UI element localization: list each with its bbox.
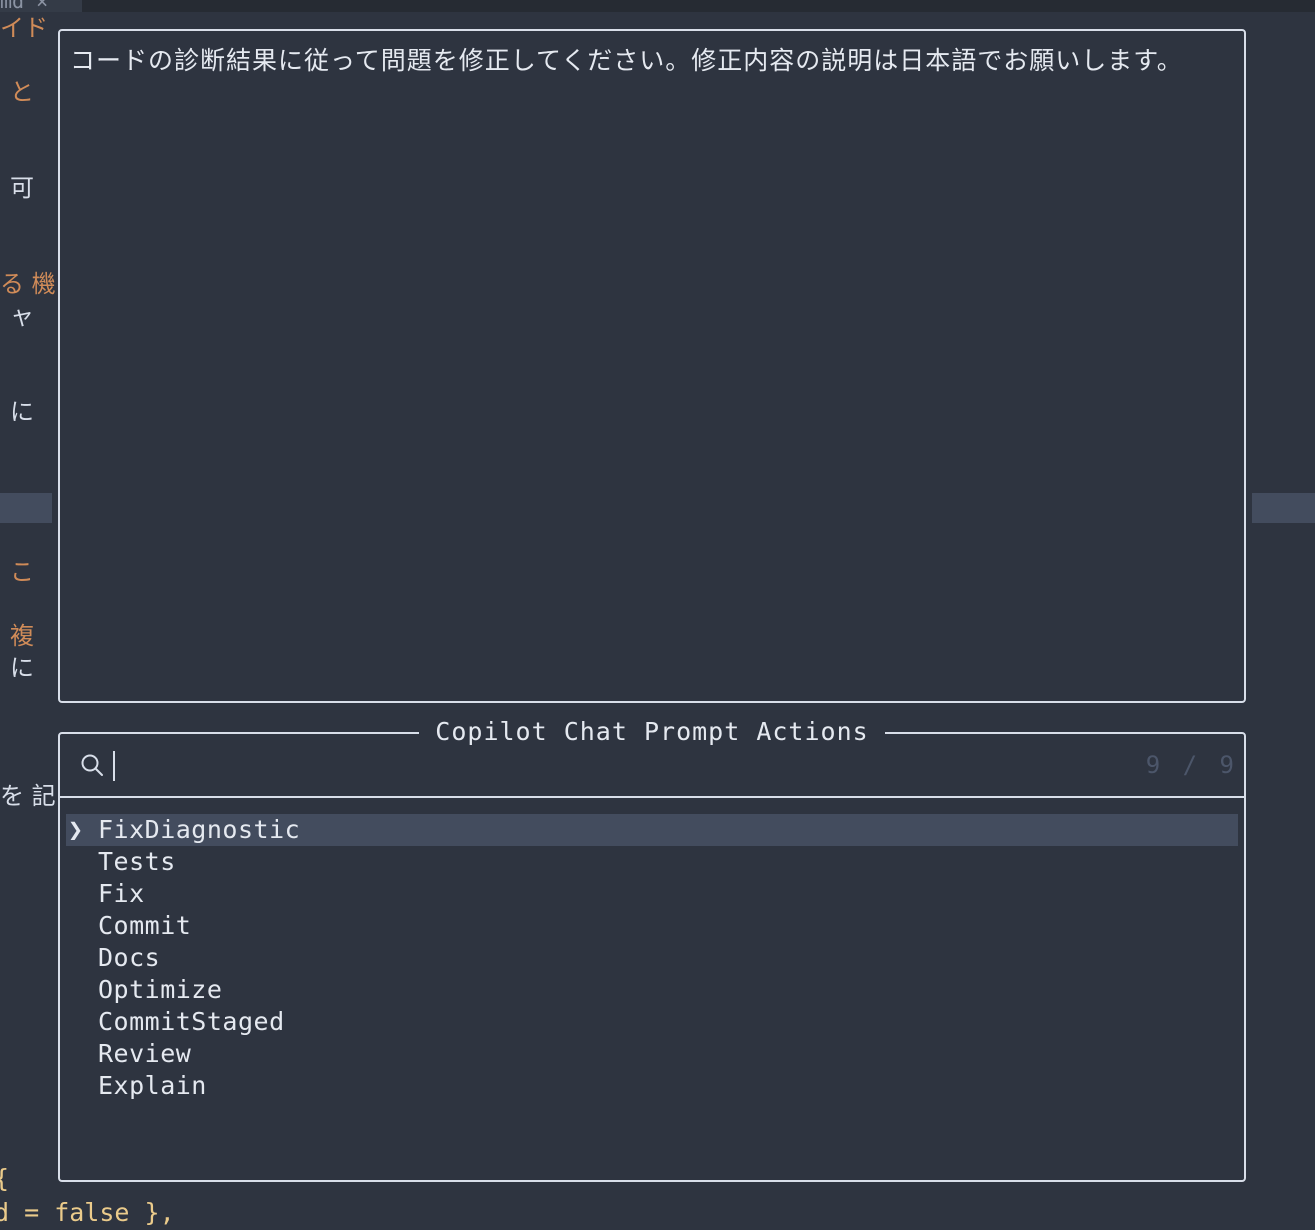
close-icon[interactable]: × (36, 0, 48, 12)
background-text: を 記 (0, 782, 56, 810)
selection-caret-icon: ❯ (68, 815, 84, 844)
list-item-label: Review (98, 1039, 192, 1068)
list-item-fix[interactable]: Fix (66, 878, 1238, 910)
tabline: md × (0, 0, 1315, 12)
list-item-label: Fix (98, 879, 145, 908)
prompt-preview-panel: コードの診断結果に従って問題を修正してください。修正内容の説明は日本語でお願いし… (58, 29, 1246, 703)
match-counter: 9 / 9 (1145, 751, 1238, 779)
background-text: 複 (10, 622, 34, 650)
background-text: る 機 (0, 270, 56, 298)
background-highlight-band (0, 493, 52, 523)
background-highlight-band (1252, 493, 1315, 523)
background-text: と (10, 78, 34, 106)
actions-list: ❯ FixDiagnostic Tests Fix Commit Docs Op… (66, 814, 1238, 1102)
list-item-optimize[interactable]: Optimize (66, 974, 1238, 1006)
background-text: イド (0, 14, 48, 42)
list-item-docs[interactable]: Docs (66, 942, 1238, 974)
list-item-commitstaged[interactable]: CommitStaged (66, 1006, 1238, 1038)
list-item-label: Commit (98, 911, 192, 940)
background-text: ャ (10, 302, 34, 330)
background-text: に (10, 398, 34, 426)
list-item-fixdiagnostic[interactable]: ❯ FixDiagnostic (66, 814, 1238, 846)
list-item-commit[interactable]: Commit (66, 910, 1238, 942)
search-input[interactable] (112, 750, 1012, 780)
list-item-label: FixDiagnostic (98, 815, 301, 844)
editor-window: md × イド と 可 る 機 ャ に こ 複 に を 記 { d = false… (0, 0, 1315, 1230)
prompt-actions-picker: Copilot Chat Prompt Actions 9 / 9 ❯ FixD… (58, 717, 1246, 1182)
search-row: 9 / 9 (60, 734, 1244, 798)
list-item-review[interactable]: Review (66, 1038, 1238, 1070)
list-item-tests[interactable]: Tests (66, 846, 1238, 878)
background-text: 可 (10, 174, 34, 202)
buffer-tab[interactable]: md × (0, 0, 82, 12)
background-code-line: d = false }, (0, 1198, 175, 1227)
list-item-label: Docs (98, 943, 161, 972)
background-text: に (10, 654, 34, 682)
buffer-tab-label: md (0, 0, 25, 12)
list-item-explain[interactable]: Explain (66, 1070, 1238, 1102)
text-cursor (113, 751, 115, 781)
prompt-preview-text: コードの診断結果に従って問題を修正してください。修正内容の説明は日本語でお願いし… (70, 46, 1183, 75)
list-item-label: Tests (98, 847, 176, 876)
list-item-label: Optimize (98, 975, 223, 1004)
background-code-line: { (0, 1164, 9, 1194)
list-item-label: Explain (98, 1071, 207, 1100)
background-text: こ (10, 558, 34, 586)
search-icon (81, 754, 103, 776)
list-item-label: CommitStaged (98, 1007, 285, 1036)
